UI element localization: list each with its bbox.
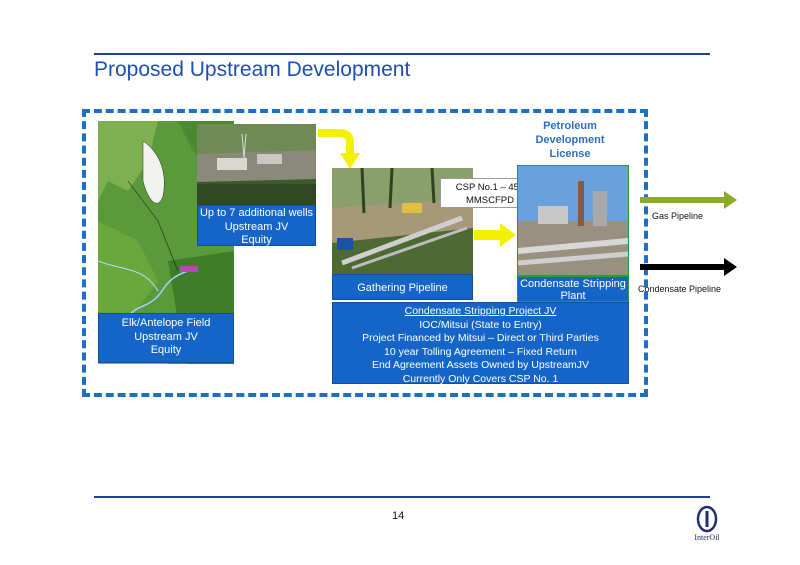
gas-pipeline-label: Gas Pipeline [652,211,704,221]
license-line-2: Development [535,134,605,146]
condensate-pipeline-label: Condensate Pipeline [638,284,722,294]
well-site-image [197,124,316,205]
page-title: Proposed Upstream Development [94,58,411,81]
plant-line-1: Condensate Stripping [520,278,626,290]
plant-line-2: Plant [560,290,586,302]
bottom-rule [94,496,710,498]
straight-arrow [474,222,518,248]
project-jv-box: Condensate Stripping Project JV IOC/Mits… [332,302,629,385]
additional-wells-box: Up to 7 additional wells Upstream JV Equ… [197,205,316,246]
license-line-3: License [549,148,591,160]
project-line: Currently Only Covers CSP No. 1 [402,372,559,385]
condensate-plant-box: Condensate Stripping Plant [517,276,629,302]
wells-line-2: Upstream JV [224,220,289,233]
petroleum-license-label: Petroleum Development License [520,119,620,161]
wells-line-1: Up to 7 additional wells [199,207,314,219]
field-line-1: Elk/Antelope Field [121,317,211,329]
project-line: End Agreement Assets Owned by UpstreamJV [371,359,590,371]
gathering-pipeline-box: Gathering Pipeline [332,274,473,300]
page-number: 14 [392,510,405,522]
logo-text: InterOil [694,533,720,542]
project-line: 10 year Tolling Agreement – Fixed Return [384,345,577,358]
gathering-label: Gathering Pipeline [357,282,448,294]
field-line-2: Upstream JV [134,330,198,343]
curved-arrow [318,127,364,173]
field-box: Elk/Antelope Field Upstream JV Equity [98,313,234,363]
condensate-pipeline-arrow [640,258,737,276]
license-line-1: Petroleum [543,120,597,132]
project-line: Project Financed by Mitsui – Direct or T… [362,332,599,344]
interoil-logo-icon [696,505,718,533]
project-line: IOC/Mitsui (State to Entry) [419,318,542,331]
field-line-3: Equity [150,344,182,356]
gas-pipeline-arrow [640,191,737,209]
project-heading: Condensate Stripping Project JV [404,305,557,317]
condensate-plant-image [517,165,629,276]
interoil-logo: InterOil [690,505,724,545]
top-rule [94,53,710,55]
wells-line-3: Equity [241,234,272,246]
